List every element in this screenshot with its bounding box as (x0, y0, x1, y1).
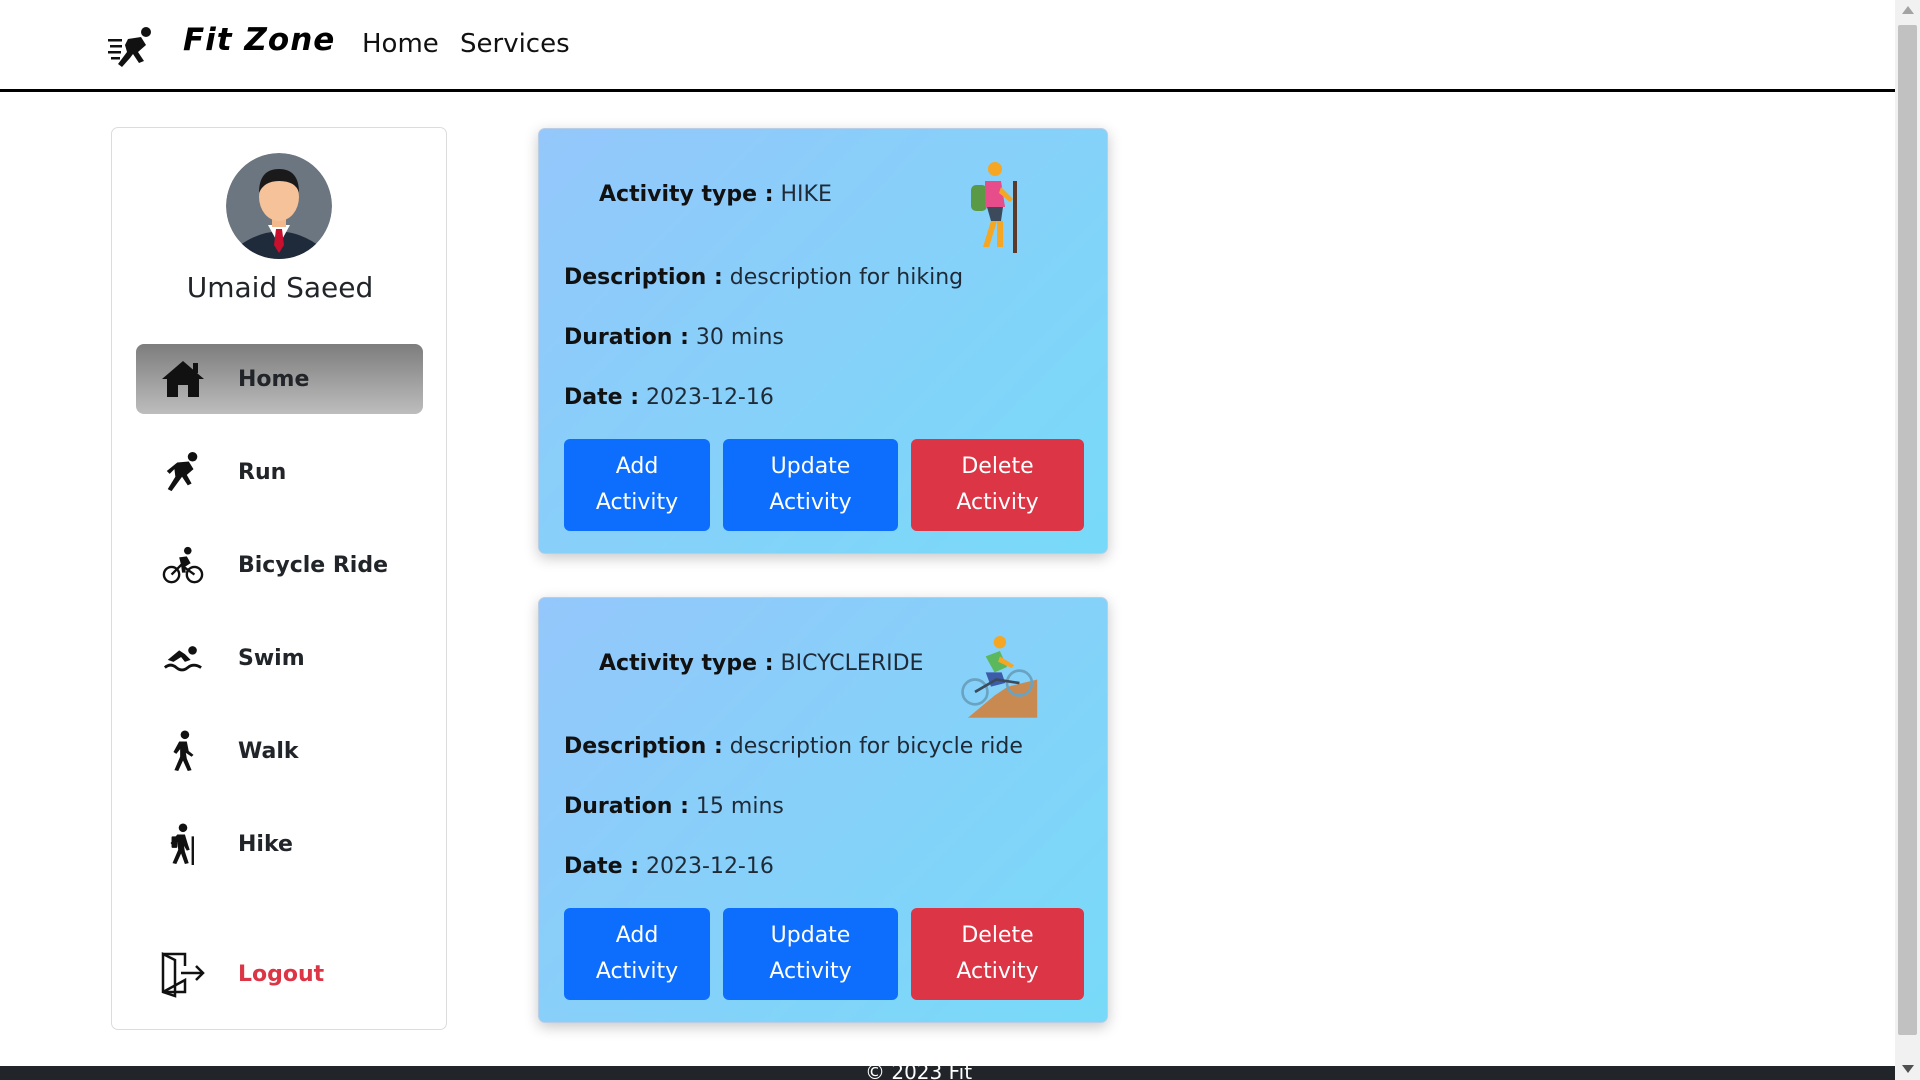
sidebar-item-logout[interactable]: Logout (136, 939, 423, 1009)
sidebar-item-label: Logout (238, 961, 325, 987)
nav-link-services[interactable]: Services (460, 29, 570, 59)
activity-type-row: Activity type : HIKE (599, 182, 832, 207)
description-value: description for hiking (729, 265, 964, 290)
user-name: Umaid Saeed (186, 271, 374, 304)
date-value: 2023-12-16 (646, 385, 774, 410)
vertical-scrollbar[interactable] (1895, 0, 1920, 1080)
sidebar-item-hike[interactable]: Hike (136, 809, 423, 879)
add-activity-button[interactable]: Add Activity (564, 908, 710, 1000)
running-man-icon[interactable] (108, 25, 158, 70)
footer: © 2023 Fit (0, 1066, 1895, 1080)
delete-activity-button[interactable]: Delete Activity (911, 439, 1084, 531)
activity-card: Activity type : HIKE Description : descr… (538, 128, 1108, 554)
duration-label: Duration : (564, 794, 689, 819)
sidebar-item-home[interactable]: Home (136, 344, 423, 414)
update-activity-button[interactable]: Update Activity (723, 908, 898, 1000)
date-value: 2023-12-16 (646, 854, 774, 879)
bicycle-icon (158, 540, 208, 590)
description-value: description for bicycle ride (729, 734, 1023, 759)
description-label: Description : (564, 265, 723, 290)
logout-icon (158, 949, 208, 999)
sidebar-item-run[interactable]: Run (136, 437, 423, 507)
duration-row: Duration : 15 mins (564, 794, 784, 819)
sidebar-item-walk[interactable]: Walk (136, 716, 423, 786)
activity-type-label: Activity type : (599, 651, 774, 676)
description-row: Description : description for hiking (564, 265, 963, 290)
activity-type-row: Activity type : BICYCLERIDE (599, 651, 923, 676)
duration-row: Duration : 30 mins (564, 325, 784, 350)
sidebar-item-swim[interactable]: Swim (136, 623, 423, 693)
add-activity-button[interactable]: Add Activity (564, 439, 710, 531)
sidebar-item-label: Swim (238, 645, 305, 671)
activity-type-value: HIKE (780, 182, 832, 207)
duration-label: Duration : (564, 325, 689, 350)
mountain-biker-icon (961, 635, 1038, 718)
sidebar: Umaid Saeed Home Run Bicycle Ride Swim W… (111, 127, 447, 1030)
date-row: Date : 2023-12-16 (564, 385, 774, 410)
footer-text: © 2023 Fit (865, 1066, 973, 1080)
activity-type-label: Activity type : (599, 182, 774, 207)
delete-activity-button[interactable]: Delete Activity (911, 908, 1084, 1000)
date-row: Date : 2023-12-16 (564, 854, 774, 879)
swim-icon (158, 633, 208, 683)
scroll-up-arrow-icon[interactable] (1902, 6, 1914, 14)
user-avatar-icon (226, 153, 332, 259)
home-icon (158, 354, 208, 404)
description-row: Description : description for bicycle ri… (564, 734, 1023, 759)
sidebar-item-label: Home (238, 366, 310, 392)
button-label: Delete Activity (956, 923, 1039, 984)
date-label: Date : (564, 385, 640, 410)
description-label: Description : (564, 734, 723, 759)
button-label: Delete Activity (956, 454, 1039, 515)
brand-name[interactable]: Fit Zone (183, 22, 335, 58)
scroll-down-arrow-icon[interactable] (1902, 1065, 1914, 1073)
run-icon (158, 447, 208, 497)
scrollbar-thumb[interactable] (1898, 25, 1917, 1035)
sidebar-item-bicycle-ride[interactable]: Bicycle Ride (136, 530, 423, 600)
button-label: Add Activity (595, 454, 679, 515)
nav-link-home[interactable]: Home (362, 29, 439, 59)
hike-icon (158, 819, 208, 869)
duration-value: 15 mins (695, 794, 784, 819)
walk-icon (158, 726, 208, 776)
hiker-icon (971, 162, 1017, 253)
date-label: Date : (564, 854, 640, 879)
button-label: Add Activity (595, 923, 679, 984)
button-label: Update Activity (769, 923, 852, 984)
button-label: Update Activity (769, 454, 852, 515)
sidebar-item-label: Bicycle Ride (238, 552, 389, 578)
activity-type-value: BICYCLERIDE (780, 651, 924, 676)
activity-card: Activity type : BICYCLERIDE Description … (538, 597, 1108, 1023)
top-navbar: Fit Zone Home Services (0, 0, 1895, 92)
duration-value: 30 mins (695, 325, 784, 350)
sidebar-item-label: Run (238, 459, 287, 485)
sidebar-item-label: Walk (238, 738, 299, 764)
update-activity-button[interactable]: Update Activity (723, 439, 898, 531)
sidebar-item-label: Hike (238, 831, 293, 857)
